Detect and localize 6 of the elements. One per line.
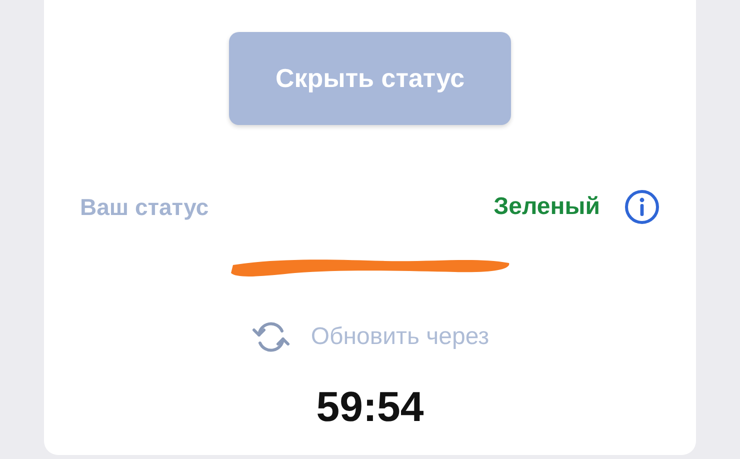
status-value: Зеленый <box>494 193 600 221</box>
refresh-icon[interactable] <box>250 319 291 355</box>
status-label: Ваш статус <box>80 194 209 220</box>
info-icon[interactable] <box>624 189 660 225</box>
refresh-label: Обновить через <box>310 323 490 351</box>
countdown-timer: 59:54 <box>316 383 424 431</box>
